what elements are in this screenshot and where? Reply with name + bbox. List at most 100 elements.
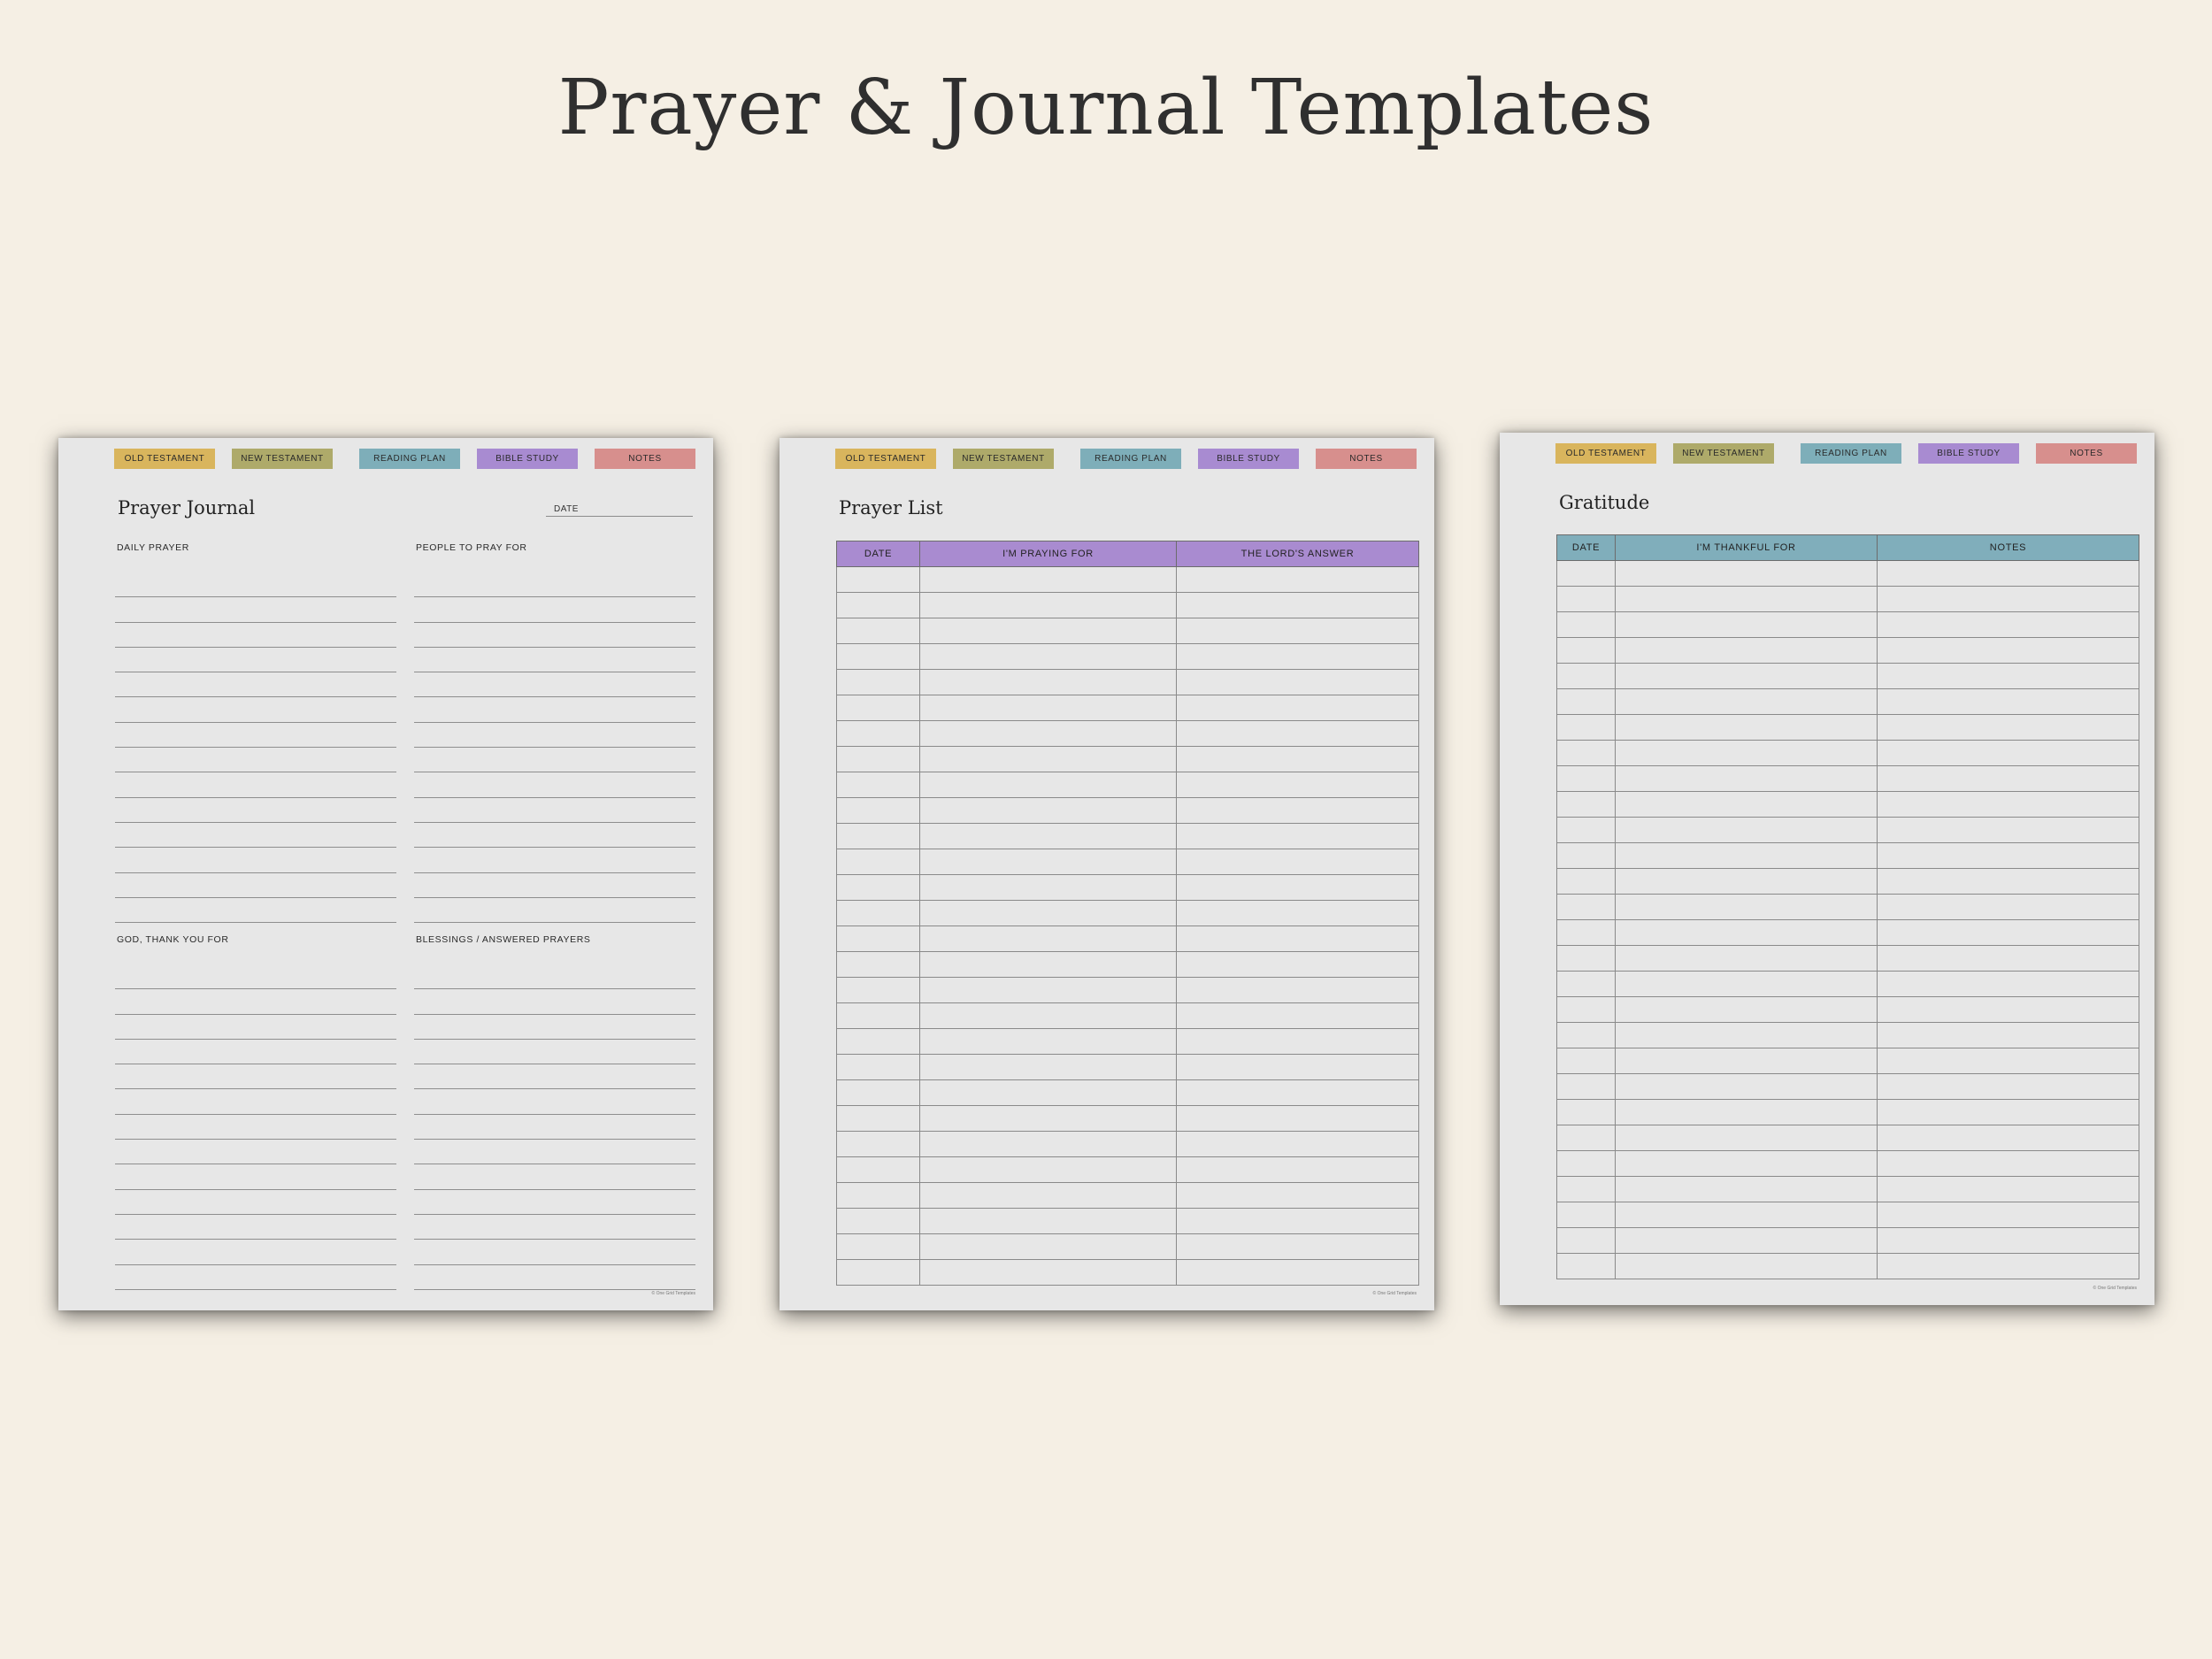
table-cell[interactable] bbox=[1176, 643, 1419, 670]
table-cell[interactable] bbox=[1556, 919, 1616, 946]
tab-old-testament[interactable]: OLD TESTAMENT bbox=[114, 449, 215, 469]
tab-reading-plan[interactable]: READING PLAN bbox=[359, 449, 460, 469]
table-cell[interactable] bbox=[1176, 849, 1419, 875]
table-cell[interactable] bbox=[919, 618, 1177, 644]
writing-line[interactable] bbox=[115, 723, 396, 749]
table-cell[interactable] bbox=[919, 1156, 1177, 1183]
table-cell[interactable] bbox=[1615, 791, 1878, 818]
table-cell[interactable] bbox=[1176, 669, 1419, 695]
table-cell[interactable] bbox=[836, 643, 920, 670]
writing-line[interactable] bbox=[414, 672, 695, 698]
table-cell[interactable] bbox=[1877, 971, 2139, 997]
table-cell[interactable] bbox=[1176, 977, 1419, 1003]
writing-line[interactable] bbox=[414, 648, 695, 673]
table-cell[interactable] bbox=[1556, 714, 1616, 741]
table-cell[interactable] bbox=[1615, 842, 1878, 869]
table-cell[interactable] bbox=[1877, 611, 2139, 638]
writing-line[interactable] bbox=[115, 1064, 396, 1090]
table-cell[interactable] bbox=[1615, 1227, 1878, 1254]
table-cell[interactable] bbox=[1615, 1125, 1878, 1151]
table-cell[interactable] bbox=[1877, 765, 2139, 792]
table-cell[interactable] bbox=[1556, 842, 1616, 869]
table-cell[interactable] bbox=[836, 849, 920, 875]
writing-line[interactable] bbox=[115, 1140, 396, 1165]
table-cell[interactable] bbox=[1615, 586, 1878, 612]
table-cell[interactable] bbox=[1615, 894, 1878, 920]
table-cell[interactable] bbox=[1615, 560, 1878, 587]
table-cell[interactable] bbox=[1615, 1176, 1878, 1202]
table-cell[interactable] bbox=[1877, 1227, 2139, 1254]
writing-line[interactable] bbox=[115, 1089, 396, 1115]
table-cell[interactable] bbox=[836, 1105, 920, 1132]
table-cell[interactable] bbox=[1556, 1099, 1616, 1125]
table-cell[interactable] bbox=[836, 1002, 920, 1029]
table-cell[interactable] bbox=[1176, 566, 1419, 593]
table-cell[interactable] bbox=[1877, 714, 2139, 741]
table-cell[interactable] bbox=[1556, 560, 1616, 587]
table-cell[interactable] bbox=[1176, 1028, 1419, 1055]
tab-bible-study[interactable]: BIBLE STUDY bbox=[1198, 449, 1299, 469]
table-cell[interactable] bbox=[1615, 663, 1878, 689]
writing-line[interactable] bbox=[115, 697, 396, 723]
table-cell[interactable] bbox=[1877, 868, 2139, 895]
table-cell[interactable] bbox=[836, 1079, 920, 1106]
table-cell[interactable] bbox=[1176, 772, 1419, 798]
table-cell[interactable] bbox=[1877, 791, 2139, 818]
table-cell[interactable] bbox=[1556, 740, 1616, 766]
table-cell[interactable] bbox=[836, 1208, 920, 1234]
writing-line[interactable] bbox=[414, 1190, 695, 1215]
table-cell[interactable] bbox=[836, 1054, 920, 1080]
table-cell[interactable] bbox=[919, 720, 1177, 747]
table-cell[interactable] bbox=[1176, 900, 1419, 926]
writing-line[interactable] bbox=[115, 798, 396, 823]
table-cell[interactable] bbox=[836, 977, 920, 1003]
table-cell[interactable] bbox=[1615, 714, 1878, 741]
table-cell[interactable] bbox=[1615, 1150, 1878, 1177]
table-cell[interactable] bbox=[1877, 586, 2139, 612]
table-cell[interactable] bbox=[836, 669, 920, 695]
writing-line[interactable] bbox=[115, 898, 396, 924]
writing-line[interactable] bbox=[414, 1240, 695, 1265]
table-cell[interactable] bbox=[836, 695, 920, 721]
table-cell[interactable] bbox=[836, 797, 920, 824]
table-cell[interactable] bbox=[1556, 894, 1616, 920]
writing-line[interactable] bbox=[414, 1040, 695, 1065]
table-cell[interactable] bbox=[836, 926, 920, 952]
writing-line[interactable] bbox=[414, 1115, 695, 1141]
table-cell[interactable] bbox=[919, 900, 1177, 926]
table-cell[interactable] bbox=[919, 797, 1177, 824]
table-cell[interactable] bbox=[1176, 1131, 1419, 1157]
table-cell[interactable] bbox=[1556, 663, 1616, 689]
table-cell[interactable] bbox=[1615, 945, 1878, 972]
tab-notes[interactable]: NOTES bbox=[1316, 449, 1417, 469]
table-cell[interactable] bbox=[919, 849, 1177, 875]
table-cell[interactable] bbox=[836, 1259, 920, 1286]
table-cell[interactable] bbox=[1176, 1002, 1419, 1029]
table-cell[interactable] bbox=[1877, 945, 2139, 972]
writing-line[interactable] bbox=[414, 697, 695, 723]
table-cell[interactable] bbox=[1556, 1202, 1616, 1228]
table-cell[interactable] bbox=[1176, 1054, 1419, 1080]
table-cell[interactable] bbox=[836, 566, 920, 593]
table-cell[interactable] bbox=[919, 874, 1177, 901]
tab-reading-plan[interactable]: READING PLAN bbox=[1801, 443, 1901, 464]
table-cell[interactable] bbox=[1615, 817, 1878, 843]
table-cell[interactable] bbox=[1877, 919, 2139, 946]
writing-line[interactable] bbox=[414, 1140, 695, 1165]
table-cell[interactable] bbox=[1556, 1227, 1616, 1254]
writing-line[interactable] bbox=[115, 772, 396, 798]
table-cell[interactable] bbox=[1877, 1176, 2139, 1202]
table-cell[interactable] bbox=[1556, 1048, 1616, 1074]
table-cell[interactable] bbox=[1615, 1202, 1878, 1228]
table-cell[interactable] bbox=[1176, 797, 1419, 824]
tab-notes[interactable]: NOTES bbox=[2036, 443, 2137, 464]
table-cell[interactable] bbox=[1877, 1202, 2139, 1228]
table-cell[interactable] bbox=[1176, 746, 1419, 772]
writing-line[interactable] bbox=[115, 1265, 396, 1290]
table-cell[interactable] bbox=[1615, 1048, 1878, 1074]
writing-line[interactable] bbox=[115, 648, 396, 673]
tab-reading-plan[interactable]: READING PLAN bbox=[1080, 449, 1181, 469]
table-cell[interactable] bbox=[1176, 1105, 1419, 1132]
table-cell[interactable] bbox=[1556, 868, 1616, 895]
table-cell[interactable] bbox=[1615, 868, 1878, 895]
